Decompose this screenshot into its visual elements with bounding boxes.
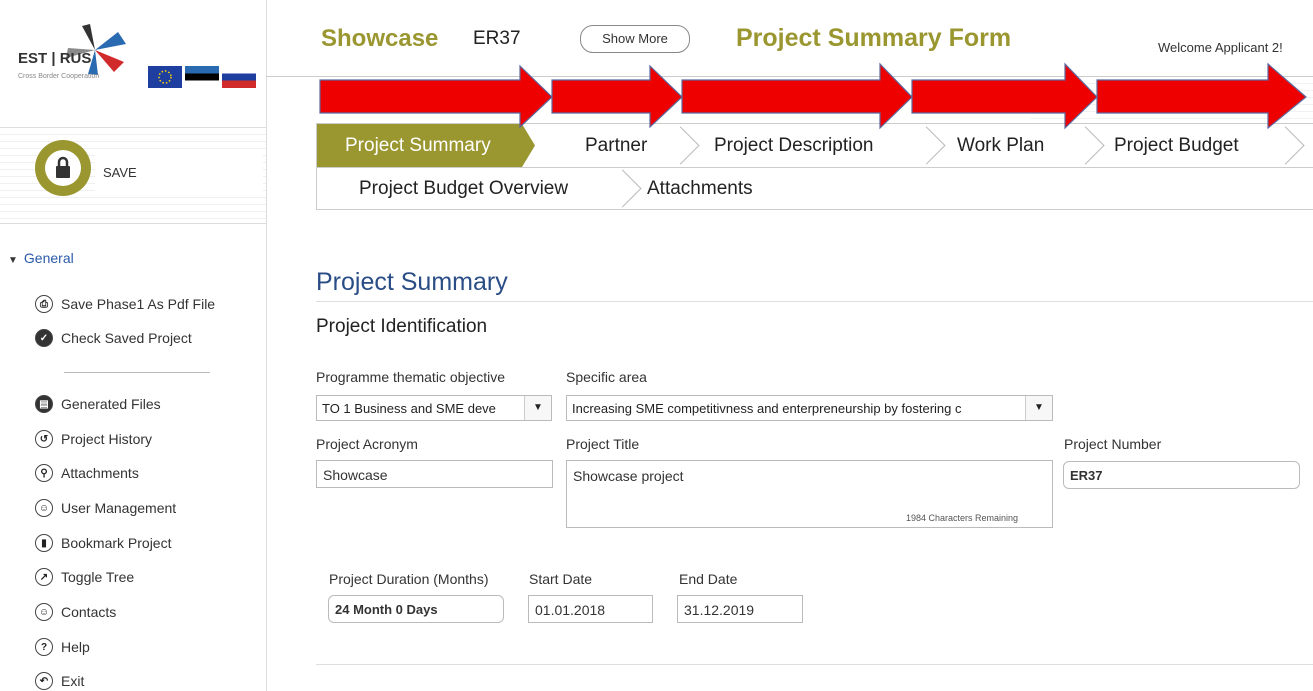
sidebar-item-label: Contacts xyxy=(61,604,117,620)
sidebar-item-user-management[interactable]: ☺ User Management xyxy=(35,498,176,518)
red-arrow-icon xyxy=(319,64,553,129)
project-acronym-input[interactable]: Showcase xyxy=(316,460,553,488)
project-number-field: ER37 xyxy=(1063,461,1300,489)
sidebar-item-label: Generated Files xyxy=(61,396,161,412)
sidebar-item-attachments[interactable]: ⚲ Attachments xyxy=(35,463,139,483)
thematic-objective-value: TO 1 Business and SME deve xyxy=(322,401,496,416)
section-divider xyxy=(316,301,1313,302)
end-date-input[interactable]: 31.12.2019 xyxy=(677,595,803,623)
content-divider xyxy=(316,664,1313,665)
section-title: Project Summary xyxy=(316,268,508,296)
sidebar-item-label: Exit xyxy=(61,673,85,689)
sidebar-item-project-history[interactable]: ↺ Project History xyxy=(35,429,152,449)
sidebar-item-label: Help xyxy=(61,639,90,655)
start-date-input[interactable]: 01.01.2018 xyxy=(528,595,653,623)
project-title-value: Showcase project xyxy=(573,468,684,484)
exit-icon: ↶ xyxy=(35,672,53,690)
caret-down-icon: ▼ xyxy=(8,255,18,266)
specific-area-label: Specific area xyxy=(566,369,647,385)
lock-icon[interactable] xyxy=(45,150,81,186)
red-arrow-icon xyxy=(551,64,683,129)
caret-down-icon[interactable]: ▼ xyxy=(1025,396,1052,420)
general-section-toggle[interactable]: ▼ General xyxy=(8,250,74,266)
sidebar-item-bookmark[interactable]: ▮ Bookmark Project xyxy=(35,533,171,553)
project-title-label: Project Title xyxy=(566,436,640,452)
tab-attachments[interactable]: Attachments xyxy=(647,167,753,210)
specific-area-select[interactable]: Increasing SME competitivness and enterp… xyxy=(566,395,1053,421)
sidebar-item-toggle-tree[interactable]: ↗ Toggle Tree xyxy=(35,567,134,587)
red-arrow-icon xyxy=(681,62,913,130)
paperclip-icon: ⚲ xyxy=(35,464,53,482)
files-icon: ▤ xyxy=(35,395,53,413)
bookmark-icon: ▮ xyxy=(35,534,53,552)
project-duration-label: Project Duration (Months) xyxy=(329,571,489,587)
user-icon: ☺ xyxy=(35,499,53,517)
check-icon: ✓ xyxy=(35,329,53,347)
sidebar-item-help[interactable]: ? Help xyxy=(35,637,90,657)
tab-project-budget-overview[interactable]: Project Budget Overview xyxy=(359,167,568,210)
contact-icon: ☺ xyxy=(35,603,53,621)
general-label: General xyxy=(23,250,74,266)
sidebar-item-generated-files[interactable]: ▤ Generated Files xyxy=(35,394,161,414)
end-date-label: End Date xyxy=(679,571,738,587)
subsection-title: Project Identification xyxy=(316,316,488,337)
sidebar-item-label: Bookmark Project xyxy=(61,535,172,551)
project-number-label: Project Number xyxy=(1064,436,1162,452)
history-icon: ↺ xyxy=(35,430,53,448)
project-acronym-label: Project Acronym xyxy=(316,436,418,452)
external-icon: ↗ xyxy=(35,568,53,586)
sidebar-item-contacts[interactable]: ☺ Contacts xyxy=(35,602,116,622)
sidebar-item-exit[interactable]: ↶ Exit xyxy=(35,671,84,691)
sidebar-item-label: Check Saved Project xyxy=(61,330,192,346)
help-icon: ? xyxy=(35,638,53,656)
sidebar-item-label: Project History xyxy=(61,431,153,447)
thematic-objective-label: Programme thematic objective xyxy=(316,369,506,385)
red-arrows xyxy=(319,62,1307,130)
red-arrow-icon xyxy=(911,62,1098,130)
sidebar-item-save-pdf[interactable]: ⎙ Save Phase1 As Pdf File xyxy=(35,294,215,314)
characters-remaining: 1984 Characters Remaining xyxy=(906,513,1019,523)
sidebar-item-label: User Management xyxy=(61,500,177,516)
sidebar-item-label: Toggle Tree xyxy=(61,569,135,585)
project-duration-field: 24 Month 0 Days xyxy=(328,595,504,623)
sidebar-item-label: Save Phase1 As Pdf File xyxy=(61,296,216,312)
red-arrow-icon xyxy=(1096,62,1307,130)
sidebar-item-label: Attachments xyxy=(61,465,139,481)
save-label[interactable]: SAVE xyxy=(95,150,263,195)
sidebar-item-check-saved[interactable]: ✓ Check Saved Project xyxy=(35,328,192,348)
specific-area-value: Increasing SME competitivness and enterp… xyxy=(572,401,962,416)
printer-icon: ⎙ xyxy=(35,295,53,313)
thematic-objective-select[interactable]: TO 1 Business and SME deve ▼ xyxy=(316,395,552,421)
start-date-label: Start Date xyxy=(529,571,593,587)
caret-down-icon[interactable]: ▼ xyxy=(524,396,551,420)
chevron-right-icon xyxy=(603,169,642,208)
menu-divider xyxy=(64,372,210,373)
